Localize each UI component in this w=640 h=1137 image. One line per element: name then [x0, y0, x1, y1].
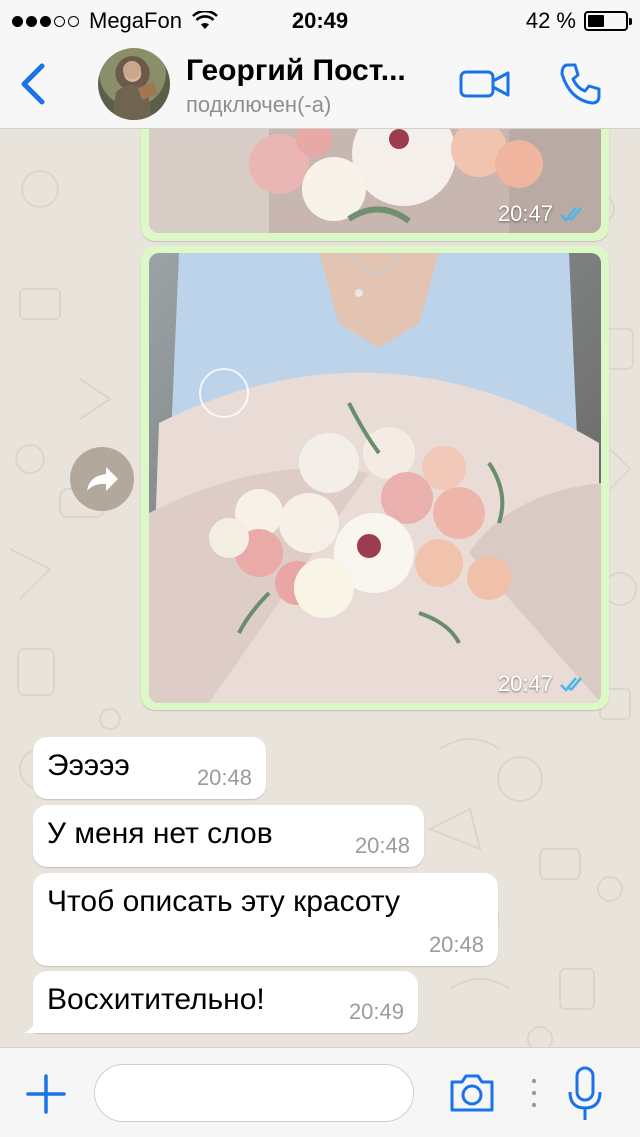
incoming-message[interactable]: Чтоб описать эту красоту 20:48 — [33, 873, 498, 966]
separator-dots — [531, 1078, 537, 1108]
incoming-message[interactable]: Восхитительно! 20:49 — [24, 971, 418, 1033]
video-camera-icon[interactable] — [458, 66, 512, 102]
plus-icon[interactable] — [26, 1074, 66, 1114]
chat-header: Георгий Пост... подключен(-а) — [0, 40, 640, 129]
bouquet-image — [149, 253, 601, 703]
message-text: Эээээ — [47, 749, 130, 782]
avatar-photo — [112, 61, 158, 120]
message-time: 20:47 — [497, 671, 553, 696]
forward-arrow-icon — [87, 467, 118, 491]
message-text: Восхитительно! — [47, 983, 265, 1016]
bubble-tail — [24, 1015, 42, 1033]
contact-status: подключен(-а) — [186, 92, 332, 117]
message-meta: 20:47 — [498, 201, 589, 227]
status-bar: MegaFon 20:49 42 % — [0, 0, 640, 40]
bouquet-photo[interactable]: 20:47 — [149, 253, 601, 703]
battery-icon — [584, 11, 632, 31]
back-chevron-icon[interactable] — [14, 60, 54, 108]
contact-avatar[interactable] — [98, 48, 170, 120]
message-input[interactable] — [94, 1064, 414, 1122]
message-time: 20:48 — [196, 765, 252, 790]
message-input-bar — [0, 1047, 640, 1137]
battery-percent: 42 % — [525, 8, 576, 33]
image-message[interactable]: 20:47 — [141, 129, 609, 241]
double-check-icon — [560, 207, 582, 222]
bouquet-photo[interactable]: 20:47 — [149, 129, 601, 233]
incoming-message[interactable]: У меня нет слов 20:48 — [33, 805, 424, 867]
message-text: Чтоб описать эту красоту — [47, 885, 401, 918]
incoming-message[interactable]: Эээээ 20:48 — [33, 737, 266, 799]
message-time: 20:48 — [354, 833, 410, 858]
phone-icon[interactable] — [556, 60, 604, 108]
forward-button[interactable] — [70, 447, 134, 511]
status-right: 42 % — [525, 8, 632, 34]
camera-icon[interactable] — [448, 1072, 496, 1114]
microphone-icon[interactable] — [568, 1066, 602, 1122]
message-time: 20:49 — [348, 999, 404, 1024]
message-text: У меня нет слов — [47, 817, 273, 850]
message-meta: 20:47 — [498, 671, 589, 697]
double-check-icon — [560, 677, 582, 692]
message-time: 20:48 — [428, 932, 484, 957]
image-message[interactable]: 20:47 — [141, 246, 609, 710]
contact-name[interactable]: Георгий Пост... — [186, 54, 406, 88]
chat-area[interactable]: 20:47 20:47 Эээээ 20:48 У меня нет слов … — [0, 129, 640, 1047]
message-time: 20:47 — [497, 201, 553, 226]
